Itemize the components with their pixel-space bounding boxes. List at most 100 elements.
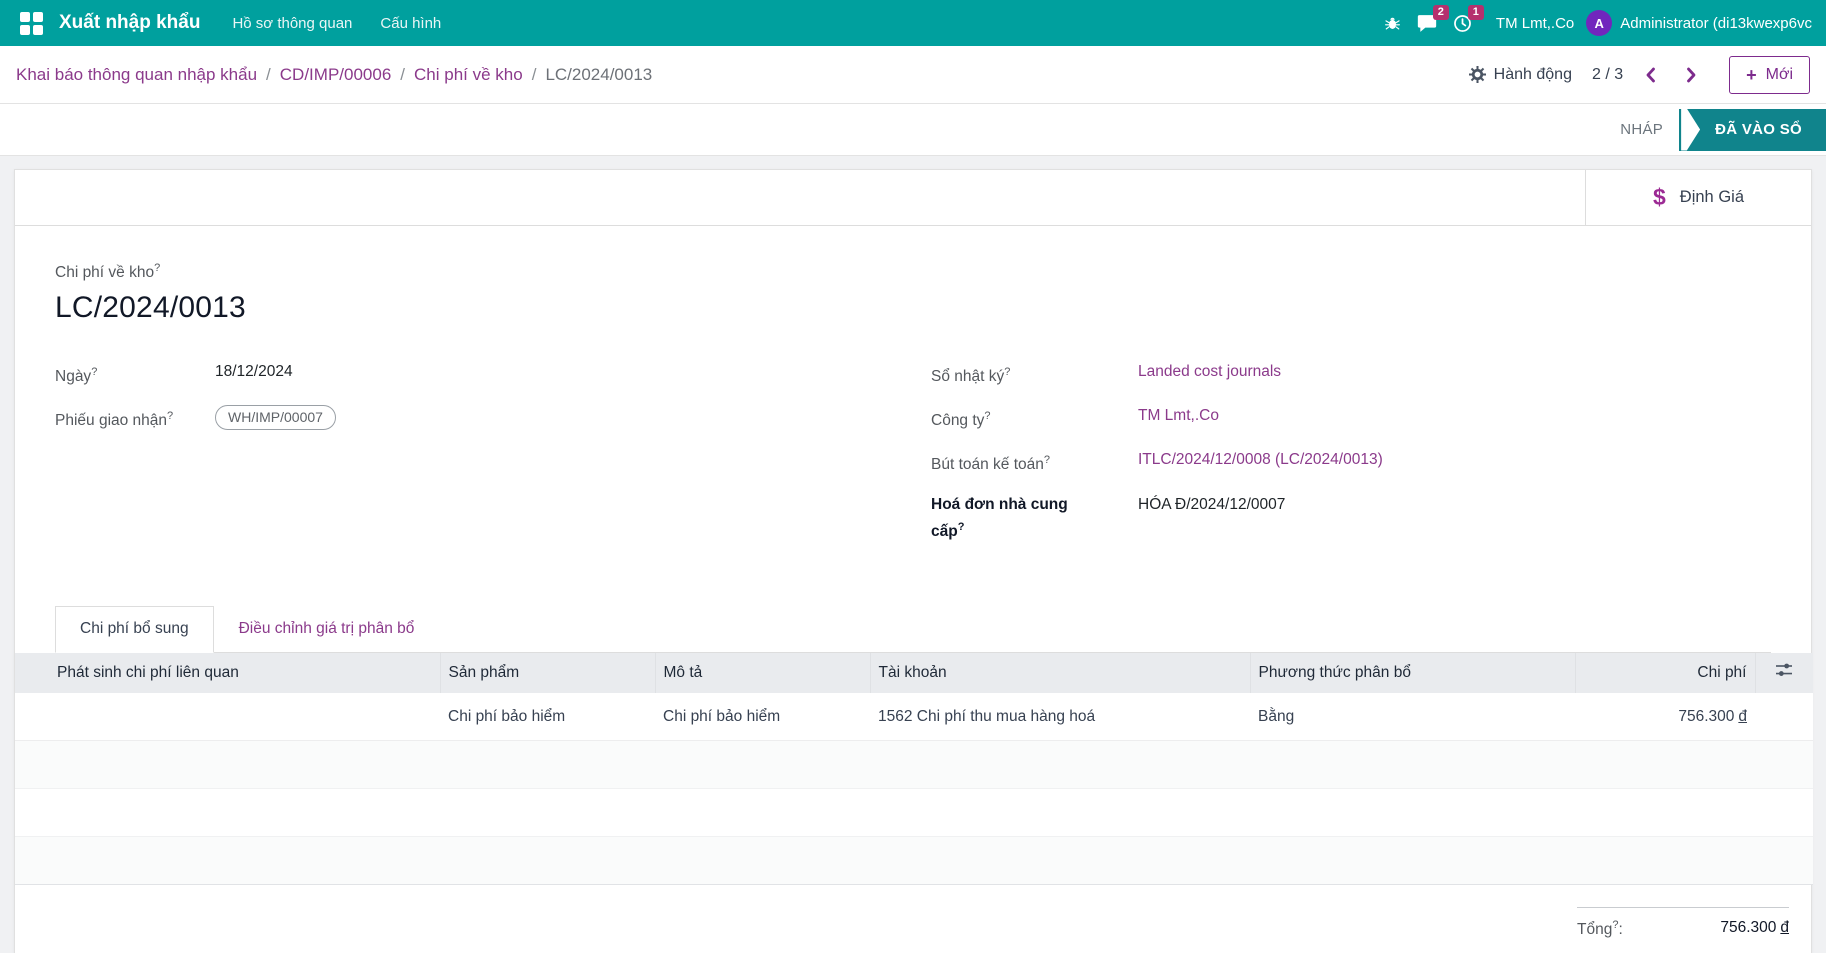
stage-nhap[interactable]: NHÁP: [1620, 121, 1663, 138]
currency-symbol: đ: [1780, 919, 1789, 937]
help-mark: ?: [154, 262, 161, 274]
field-row-picking: Phiếu giao nhận? WH/IMP/00007: [55, 405, 913, 432]
picking-tag[interactable]: WH/IMP/00007: [215, 405, 336, 431]
chevron-left-icon: [1646, 67, 1656, 82]
title-field-label-text: Chi phí về kho: [55, 264, 155, 282]
journal-label: Sổ nhật ký?: [931, 366, 1011, 386]
field-group-left: Ngày? 18/12/2024 Phiếu giao nhận? WH/IMP…: [55, 361, 913, 560]
menu-cau-hinh[interactable]: Cấu hình: [366, 15, 455, 32]
account-move-label: Bút toán kế toán?: [931, 454, 1051, 474]
empty-row: [15, 788, 1813, 838]
cell-optional: [1755, 692, 1813, 742]
odoo-app: Xuất nhập khẩu Hồ sơ thông quan Cấu hình: [0, 0, 1826, 953]
messages-button[interactable]: 2: [1409, 4, 1449, 37]
stage-da-vao-so[interactable]: ĐÃ VÀO SỔ: [1679, 108, 1826, 151]
title-field-label: Chi phí về kho?: [55, 262, 1771, 282]
empty-row: [15, 836, 1813, 886]
help-mark: ?: [91, 366, 98, 379]
valuation-label: Định Giá: [1679, 188, 1744, 206]
cell-account[interactable]: 1562 Chi phí thu mua hàng hoá: [870, 692, 1250, 742]
tab-strip: Chi phí bổ sung Điều chỉnh giá trị phân …: [55, 605, 1771, 653]
cell-description[interactable]: Chi phí bảo hiểm: [655, 692, 870, 742]
breadcrumb-link-root[interactable]: Khai báo thông quan nhập khẩu: [16, 65, 257, 85]
user-menu[interactable]: A Administrator (di13kwexp6vc: [1586, 10, 1812, 36]
app-name[interactable]: Xuất nhập khẩu: [59, 12, 200, 34]
field-groups: Ngày? 18/12/2024 Phiếu giao nhận? WH/IMP…: [55, 361, 1771, 560]
stage-arrow-notch: [1681, 108, 1701, 151]
column-header-description[interactable]: Mô tả: [654, 652, 870, 693]
optional-columns-header[interactable]: [1754, 652, 1813, 693]
breadcrumb-separator: /: [400, 64, 406, 84]
breadcrumb-separator: /: [531, 64, 537, 84]
tab-valuation-adjustments[interactable]: Điều chỉnh giá trị phân bổ: [214, 606, 440, 652]
field-row-account-move: Bút toán kế toán? ITLC/2024/12/0008 (LC/…: [931, 449, 1771, 476]
date-label: Ngày?: [55, 366, 98, 386]
column-header-related-costs[interactable]: Phát sinh chi phí liên quan: [15, 652, 440, 693]
field-group-right: Sổ nhật ký? Landed cost journals Công ty…: [913, 361, 1771, 560]
account-move-value-link[interactable]: ITLC/2024/12/0008 (LC/2024/0013): [1138, 449, 1383, 471]
activities-badge: 1: [1467, 4, 1484, 20]
form-sheet: $ Định Giá Chi phí về kho? LC/2024/0013 …: [14, 169, 1813, 953]
user-name: Administrator (di13kwexp6vc: [1620, 14, 1812, 32]
column-header-product[interactable]: Sản phẩm: [439, 652, 655, 693]
help-mark: ?: [1004, 366, 1011, 379]
field-row-date: Ngày? 18/12/2024: [55, 361, 913, 388]
breadcrumb-link-cd[interactable]: CD/IMP/00006: [280, 65, 392, 85]
valuation-button[interactable]: $ Định Giá: [1585, 170, 1811, 225]
bug-icon: [1384, 17, 1400, 30]
total-value: 756.300 đ: [1720, 919, 1789, 939]
debug-button[interactable]: [1376, 10, 1409, 36]
column-header-cost[interactable]: Chi phí: [1574, 652, 1755, 693]
company-label: Công ty?: [931, 410, 991, 430]
help-mark: ?: [957, 520, 965, 533]
notebook: Chi phí bổ sung Điều chỉnh giá trị phân …: [55, 605, 1771, 653]
action-menu-label: Hành động: [1493, 65, 1572, 83]
chevron-right-icon: [1687, 67, 1696, 82]
new-record-label: Mới: [1765, 65, 1793, 83]
cost-amount: 756.300: [1678, 707, 1735, 725]
vendor-bill-value[interactable]: HÓA Đ/2024/12/0007: [1138, 494, 1285, 516]
picking-label: Phiếu giao nhận?: [55, 410, 174, 430]
gear-icon: [1468, 66, 1486, 83]
cell-related-costs[interactable]: [15, 692, 440, 742]
pager-next-button[interactable]: [1679, 63, 1703, 87]
apps-grid-icon: [20, 11, 43, 35]
pager-previous-button[interactable]: [1639, 63, 1663, 87]
help-mark: ?: [984, 410, 991, 423]
sheet-body: Chi phí về kho? LC/2024/0013 Ngày? 18/12…: [15, 226, 1811, 653]
tab-additional-costs[interactable]: Chi phí bổ sung: [55, 605, 214, 653]
menu-ho-so-thong-quan[interactable]: Hồ sơ thông quan: [218, 15, 366, 32]
journal-value-link[interactable]: Landed cost journals: [1138, 361, 1281, 383]
total-box: Tổng?: 756.300 đ: [1577, 907, 1789, 939]
breadcrumb-separator: /: [266, 64, 271, 84]
activities-button[interactable]: 1: [1445, 4, 1484, 37]
new-record-button[interactable]: + Mới: [1729, 55, 1810, 94]
company-switcher[interactable]: TM Lmt,.Co: [1496, 15, 1574, 32]
control-panel: Khai báo thông quan nhập khẩu / CD/IMP/0…: [0, 46, 1826, 104]
field-row-journal: Sổ nhật ký? Landed cost journals: [931, 361, 1771, 388]
breadcrumb: Khai báo thông quan nhập khẩu / CD/IMP/0…: [16, 65, 652, 85]
apps-menu-button[interactable]: [14, 6, 49, 41]
cell-cost[interactable]: 756.300 đ: [1575, 692, 1755, 742]
cell-product[interactable]: Chi phí bảo hiểm: [440, 692, 655, 742]
help-mark: ?: [167, 410, 174, 423]
breadcrumb-link-landed-cost[interactable]: Chi phí về kho: [414, 65, 523, 85]
total-amount: 756.300: [1720, 919, 1777, 937]
navbar-right: 2 1 TM Lmt,.Co A Administrator (di13kwex…: [1376, 4, 1812, 37]
record-title: LC/2024/0013: [55, 291, 246, 325]
empty-row: [15, 740, 1813, 790]
content-area: $ Định Giá Chi phí về kho? LC/2024/0013 …: [0, 156, 1826, 953]
stage-label: ĐÃ VÀO SỔ: [1715, 121, 1802, 138]
cost-line-row[interactable]: Chi phí bảo hiểm Chi phí bảo hiểm 1562 C…: [15, 692, 1813, 742]
cell-split-method[interactable]: Bằng: [1250, 692, 1575, 742]
field-row-vendor-bill: Hoá đơn nhà cung cấp? HÓA Đ/2024/12/0007: [931, 494, 1771, 543]
breadcrumb-current: LC/2024/0013: [545, 64, 653, 84]
column-header-account[interactable]: Tài khoản: [869, 652, 1250, 693]
dollar-icon: $: [1653, 184, 1666, 210]
column-header-split-method[interactable]: Phương thức phân bổ: [1249, 652, 1575, 693]
field-row-company: Công ty? TM Lmt,.Co: [931, 405, 1771, 432]
action-menu-button[interactable]: Hành động: [1468, 65, 1572, 84]
date-value[interactable]: 18/12/2024: [215, 361, 293, 383]
sliders-icon: [1776, 663, 1793, 677]
company-value-link[interactable]: TM Lmt,.Co: [1138, 405, 1219, 427]
